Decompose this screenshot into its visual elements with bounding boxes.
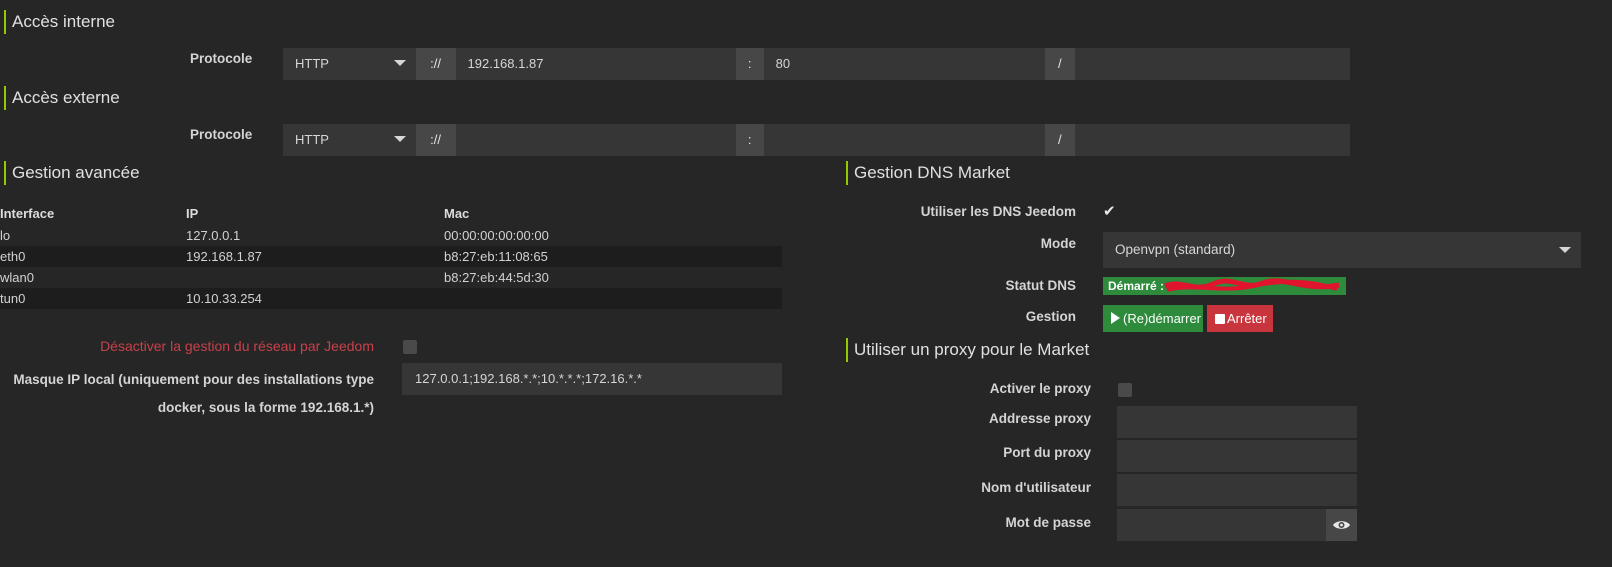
internal-scheme-separator: :// bbox=[415, 48, 456, 80]
section-title-internal-access: Accès interne bbox=[4, 10, 115, 34]
internal-port-separator: : bbox=[735, 48, 764, 80]
interface-cell: eth0 bbox=[0, 246, 186, 267]
play-icon bbox=[1111, 312, 1120, 324]
internal-path-input[interactable] bbox=[1074, 48, 1350, 80]
show-password-button[interactable] bbox=[1326, 509, 1357, 541]
column-header-ip: IP bbox=[186, 206, 199, 221]
proxy-port-input[interactable] bbox=[1117, 440, 1357, 472]
chevron-down-icon bbox=[1559, 247, 1571, 253]
proxy-user-input[interactable] bbox=[1117, 474, 1357, 506]
use-dns-checkbox[interactable]: ✔ bbox=[1103, 204, 1116, 220]
proxy-user-label: Nom d'utilisateur bbox=[981, 480, 1091, 495]
external-protocol-value: HTTP bbox=[295, 132, 329, 147]
mask-input[interactable]: 127.0.0.1;192.168.*.*;10.*.*.*;172.16.*.… bbox=[402, 363, 782, 395]
restart-dns-button[interactable]: (Re)démarrer bbox=[1103, 305, 1203, 332]
dns-status-badge: Démarré : bbox=[1103, 277, 1346, 295]
mask-label-line1: Masque IP local (uniquement pour des ins… bbox=[13, 372, 374, 387]
internal-path-separator: / bbox=[1044, 48, 1075, 80]
column-header-interface: Interface bbox=[0, 206, 55, 221]
stop-dns-button[interactable]: Arrêter bbox=[1207, 305, 1273, 332]
section-title-advanced: Gestion avancée bbox=[4, 161, 140, 185]
table-header-row: Interface IP Mac bbox=[0, 203, 782, 225]
stop-icon bbox=[1215, 314, 1225, 324]
external-path-input[interactable] bbox=[1074, 124, 1350, 156]
enable-proxy-checkbox[interactable] bbox=[1118, 383, 1132, 397]
redaction-scribble bbox=[1164, 278, 1340, 292]
mac-cell: b8:27:eb:44:5d:30 bbox=[444, 270, 549, 285]
mac-cell: b8:27:eb:11:08:65 bbox=[444, 246, 782, 267]
table-row: wlan0 b8:27:eb:44:5d:30 bbox=[0, 267, 782, 288]
external-port-input[interactable] bbox=[763, 124, 1045, 156]
mask-label-line2: docker, sous la forme 192.168.1.*) bbox=[157, 400, 374, 415]
proxy-password-input[interactable] bbox=[1117, 509, 1326, 541]
external-url-row: HTTP :// : / bbox=[283, 124, 1350, 156]
section-title-proxy: Utiliser un proxy pour le Market bbox=[846, 338, 1089, 362]
mode-value: Openvpn (standard) bbox=[1115, 242, 1236, 257]
eye-icon bbox=[1333, 521, 1350, 529]
ip-cell bbox=[186, 267, 444, 288]
interface-cell: lo bbox=[0, 228, 11, 243]
external-scheme-separator: :// bbox=[415, 124, 456, 156]
internal-protocol-value: HTTP bbox=[295, 56, 329, 71]
chevron-down-icon bbox=[393, 60, 406, 66]
external-port-separator: : bbox=[735, 124, 764, 156]
mac-cell: 00:00:00:00:00:00 bbox=[444, 228, 549, 243]
dns-management-label: Gestion bbox=[1025, 309, 1076, 324]
ip-cell: 192.168.1.87 bbox=[186, 246, 444, 267]
restart-dns-button-label: (Re)démarrer bbox=[1123, 311, 1202, 326]
use-dns-label: Utiliser les DNS Jeedom bbox=[920, 204, 1076, 219]
stop-dns-button-label: Arrêter bbox=[1227, 311, 1267, 326]
internal-port-input[interactable]: 80 bbox=[763, 48, 1045, 80]
table-row: eth0 192.168.1.87 b8:27:eb:11:08:65 bbox=[0, 246, 782, 267]
section-title-dns: Gestion DNS Market bbox=[846, 161, 1010, 185]
internal-protocol-select[interactable]: HTTP bbox=[283, 48, 416, 80]
interface-cell: wlan0 bbox=[0, 270, 34, 285]
external-host-input[interactable] bbox=[455, 124, 736, 156]
mode-label: Mode bbox=[1040, 236, 1076, 251]
mode-select[interactable]: Openvpn (standard) bbox=[1103, 232, 1581, 268]
disable-network-checkbox[interactable] bbox=[403, 340, 417, 354]
section-title-external-access: Accès externe bbox=[4, 86, 120, 110]
external-protocol-select[interactable]: HTTP bbox=[283, 124, 416, 156]
chevron-down-icon bbox=[393, 136, 406, 142]
table-row: tun0 10.10.33.254 bbox=[0, 288, 782, 309]
proxy-password-label: Mot de passe bbox=[1005, 515, 1091, 530]
ip-cell: 127.0.0.1 bbox=[186, 228, 241, 243]
internal-protocol-label: Protocole bbox=[190, 51, 253, 66]
enable-proxy-label: Activer le proxy bbox=[989, 381, 1091, 396]
column-header-mac: Mac bbox=[444, 206, 470, 221]
table-row: lo 127.0.0.1 00:00:00:00:00:00 bbox=[0, 225, 782, 246]
internal-url-row: HTTP :// 192.168.1.87 : 80 / bbox=[283, 48, 1350, 80]
mac-cell bbox=[444, 288, 782, 309]
interface-cell: tun0 bbox=[0, 288, 186, 309]
ip-cell: 10.10.33.254 bbox=[186, 288, 444, 309]
external-protocol-label: Protocole bbox=[190, 127, 253, 142]
disable-network-label: Désactiver la gestion du réseau par Jeed… bbox=[100, 338, 374, 354]
dns-status-text: Démarré : bbox=[1108, 279, 1165, 293]
proxy-address-input[interactable] bbox=[1117, 406, 1357, 438]
mask-label: Masque IP local (uniquement pour des ins… bbox=[13, 366, 374, 422]
proxy-address-label: Addresse proxy bbox=[988, 411, 1091, 426]
network-interfaces-table: Interface IP Mac lo 127.0.0.1 00:00:00:0… bbox=[0, 203, 782, 309]
dns-status-label: Statut DNS bbox=[1005, 278, 1077, 293]
external-path-separator: / bbox=[1044, 124, 1075, 156]
proxy-port-label: Port du proxy bbox=[1003, 445, 1091, 460]
internal-host-input[interactable]: 192.168.1.87 bbox=[455, 48, 736, 80]
